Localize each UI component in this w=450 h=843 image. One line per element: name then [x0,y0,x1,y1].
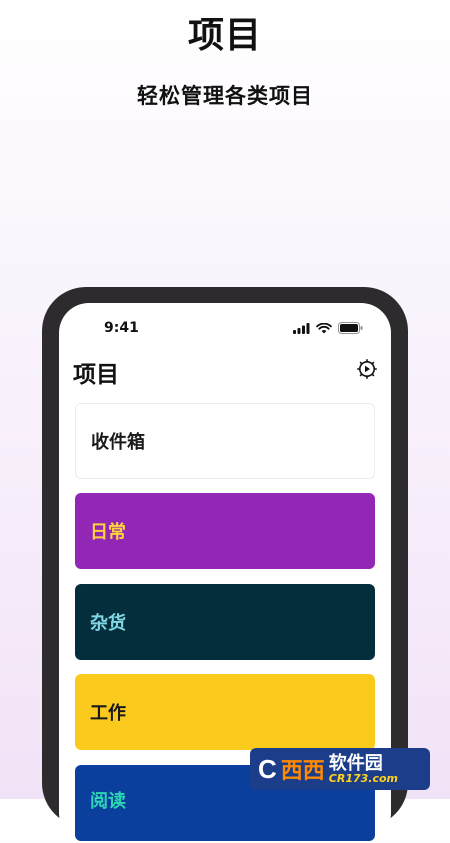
project-label: 工作 [90,703,126,724]
nav-bar: 项目 [59,353,391,389]
page-title: 项目 [73,362,119,388]
watermark-text: 软件园 CR173.com [328,752,399,785]
project-label: 日常 [90,522,126,543]
status-bar: 9:41 [59,303,391,351]
project-card-groceries[interactable]: 杂货 [75,584,375,660]
status-icons [293,322,363,334]
project-card-daily[interactable]: 日常 [75,493,375,569]
promo-subheadline: 轻松管理各类项目 [137,84,313,108]
project-card-inbox[interactable]: 收件箱 [75,403,375,479]
project-label: 收件箱 [91,432,145,453]
watermark-badge: C 西西 软件园 CR173.com [250,748,430,790]
project-label: 阅读 [90,791,126,812]
signal-icon [293,322,310,334]
status-time: 9:41 [104,320,139,336]
watermark-brand: 软件园 [328,752,383,774]
watermark-url: CR173.com [328,771,399,785]
watermark-logo-icon: C [258,753,277,784]
gear-icon[interactable] [355,357,379,381]
phone-frame: 9:41 项目 收件箱 日常 杂货 工作 阅读 [42,287,408,843]
project-label: 杂货 [90,613,126,634]
wifi-icon [316,322,332,333]
promo-headline: 项目 [187,15,262,56]
watermark-prefix: 西西 [280,759,325,784]
project-card-work[interactable]: 工作 [75,674,375,750]
battery-icon [338,322,363,334]
